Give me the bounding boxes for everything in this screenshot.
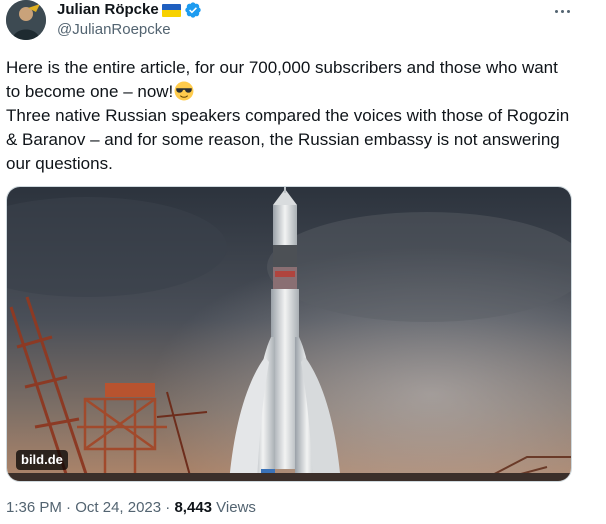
- meta-separator: ·: [161, 499, 175, 516]
- ukraine-flag-icon: [161, 3, 181, 17]
- tweet: Julian Röpcke @JulianRoepcke Here is the…: [0, 0, 606, 524]
- views-count: 8,443: [174, 499, 213, 516]
- meta-separator: ·: [61, 499, 76, 516]
- tweet-text-line-2: Three native Russian speakers compared t…: [6, 106, 570, 173]
- more-icon-dot: [554, 9, 558, 13]
- source-label: bild.de: [16, 450, 68, 470]
- rocket-photo: [7, 187, 571, 481]
- author-handle[interactable]: @JulianRoepcke: [57, 20, 171, 40]
- tweet-text: Here is the entire article, for our 700,…: [6, 56, 576, 176]
- more-icon-dot: [566, 9, 570, 13]
- verified-badge-icon: [185, 2, 201, 18]
- sunglasses-emoji-icon: [174, 81, 194, 101]
- author-name[interactable]: Julian Röpcke: [57, 0, 202, 20]
- more-icon-dot: [560, 9, 564, 13]
- tweet-text-line-1: Here is the entire article, for our 700,…: [6, 58, 558, 101]
- avatar-image: [6, 0, 46, 40]
- views-label: Views: [212, 499, 256, 516]
- more-options-button[interactable]: [550, 3, 574, 19]
- tweet-media-image[interactable]: [6, 186, 572, 482]
- avatar[interactable]: [6, 0, 46, 40]
- author-display-name[interactable]: Julian Röpcke: [57, 0, 159, 20]
- tweet-meta: 1:36 PM · Oct 24, 2023 · 8,443 Views: [6, 498, 256, 518]
- tweet-time[interactable]: 1:36 PM: [6, 499, 62, 516]
- tweet-date[interactable]: Oct 24, 2023: [75, 499, 161, 516]
